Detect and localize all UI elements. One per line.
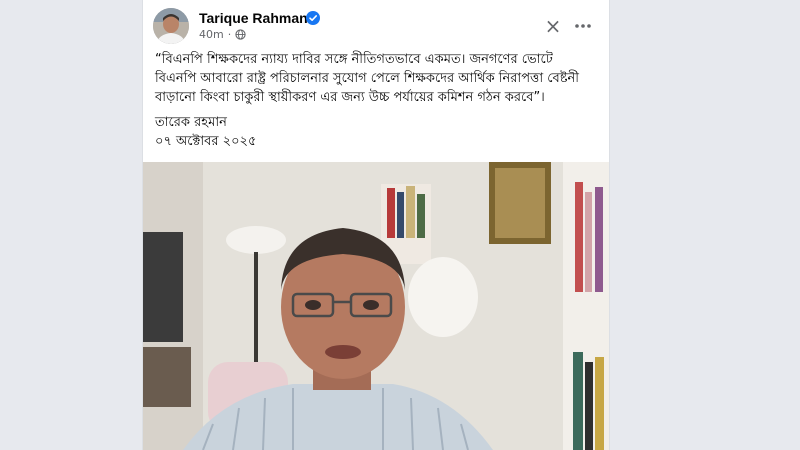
author-avatar[interactable] bbox=[153, 8, 189, 44]
author-name[interactable]: Tarique Rahman bbox=[199, 10, 308, 26]
video-frame bbox=[143, 162, 609, 450]
post-header: Tarique Rahman 40m · × bbox=[143, 0, 609, 46]
signature-date: ০৭ অক্টোবর ২০২৫ bbox=[155, 134, 257, 149]
signature-name: তারেক রহমান bbox=[155, 115, 227, 130]
verified-badge-icon bbox=[306, 11, 320, 25]
more-options-icon bbox=[575, 24, 591, 28]
more-options-button[interactable] bbox=[569, 12, 597, 40]
post-body-text: “বিএনপি শিক্ষকদের ন্যায্য দাবির সঙ্গে নী… bbox=[155, 52, 580, 105]
post-text: “বিএনপি শিক্ষকদের ন্যায্য দাবির সঙ্গে নী… bbox=[155, 50, 595, 151]
facebook-post-card: Tarique Rahman 40m · × “বিএনপি শিক্ষকদের… bbox=[142, 0, 610, 450]
meta-separator: · bbox=[227, 28, 232, 41]
post-timestamp[interactable]: 40m bbox=[199, 28, 224, 41]
post-meta: 40m · bbox=[199, 28, 246, 41]
post-video[interactable] bbox=[143, 162, 609, 450]
globe-icon bbox=[235, 29, 246, 40]
close-button[interactable]: × bbox=[539, 12, 567, 40]
close-icon: × bbox=[544, 14, 562, 38]
